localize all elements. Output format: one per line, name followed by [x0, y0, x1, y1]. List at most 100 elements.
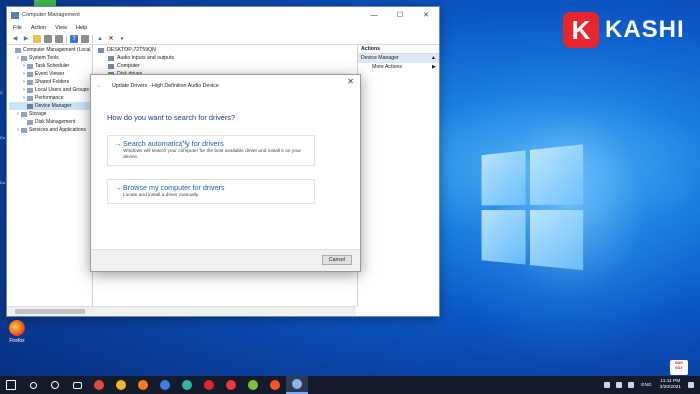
enable-device-icon[interactable]: ●: [118, 35, 126, 43]
network-icon[interactable]: [616, 382, 623, 388]
tree-node-icon: [21, 127, 27, 133]
tree-item[interactable]: > Event Viewer: [9, 70, 92, 78]
menu-action[interactable]: Action: [31, 25, 46, 31]
update-driver-icon[interactable]: ▲: [96, 35, 104, 43]
brand-text: KASHI: [605, 16, 685, 43]
search-automatically-option[interactable]: → Search automatically for drivers Windo…: [107, 135, 315, 166]
properties-icon[interactable]: [55, 34, 63, 43]
tree-item-label: Task Scheduler: [35, 63, 70, 69]
firefox-dev-icon: [160, 380, 170, 390]
window-titlebar[interactable]: Computer Management — ☐ ✕: [7, 7, 439, 23]
back-arrow-icon[interactable]: ◀: [11, 35, 19, 43]
help-icon[interactable]: ?: [70, 34, 78, 43]
taskbar-vivaldi-button[interactable]: [220, 376, 242, 394]
taskbar-edge-button[interactable]: [176, 376, 198, 394]
app-red-icon: [94, 380, 104, 390]
tree-item[interactable]: > Performance: [9, 94, 92, 102]
taskbar-opera-button[interactable]: [198, 376, 220, 394]
tree-item[interactable]: > Shared Folders: [9, 78, 92, 86]
tree-node-icon: [27, 103, 33, 109]
tree-item[interactable]: > Services and Applications: [9, 126, 92, 134]
desktop-firefox-shortcut[interactable]: Firefox: [6, 320, 28, 344]
menu-bar: File Action View Help: [7, 23, 439, 33]
tree-item-label: Device Manager: [35, 103, 72, 109]
taskbar-chrome-button[interactable]: [110, 376, 132, 394]
toolbar-separator: [66, 34, 67, 43]
tree-node-icon: [27, 63, 33, 69]
clock[interactable]: 11:11 PM 3/20/2021: [660, 379, 681, 391]
minimize-button[interactable]: —: [361, 12, 387, 19]
tree-node-icon: [27, 119, 33, 125]
task-view-icon: [51, 381, 59, 389]
notification-icon[interactable]: [688, 382, 694, 388]
taskbar-app-green-button[interactable]: [242, 376, 264, 394]
more-actions[interactable]: More Actions ▶: [358, 63, 439, 72]
taskbar-task-view-button[interactable]: [44, 376, 66, 394]
taskbar-brave-button[interactable]: [264, 376, 286, 394]
device-root-label: DESKTOP-72T59QN: [107, 47, 156, 53]
menu-file[interactable]: File: [13, 25, 22, 31]
taskbar-search-button[interactable]: [22, 376, 44, 394]
dialog-close-button[interactable]: ✕: [347, 77, 354, 86]
tree-item[interactable]: Computer Management (Local: [9, 46, 92, 54]
maximize-button[interactable]: ☐: [387, 11, 413, 19]
computer-icon: [108, 63, 114, 69]
device-category-label: Audio inputs and outputs: [117, 55, 175, 61]
back-arrow-icon[interactable]: ←: [96, 83, 106, 89]
window-title: Computer Management: [22, 12, 80, 18]
device-root[interactable]: DESKTOP-72T59QN: [98, 46, 356, 54]
cancel-button[interactable]: Cancel: [322, 255, 352, 265]
toolbar: ◀ ▶ ? ▲ ✕ ●: [7, 33, 439, 45]
scrollbar-thumb[interactable]: [15, 309, 85, 314]
dialog-question: How do you want to search for drivers?: [107, 113, 236, 122]
input-language[interactable]: ENG: [641, 383, 651, 388]
brave-icon: [270, 380, 280, 390]
device-category[interactable]: Audio inputs and outputs: [108, 54, 356, 62]
tree-node-icon: [21, 55, 27, 61]
tree-item[interactable]: v Storage: [9, 110, 92, 118]
firefox-icon: [138, 380, 148, 390]
speaker-icon: [108, 55, 114, 61]
tree-item[interactable]: Device Manager: [9, 102, 92, 110]
volume-icon[interactable]: [628, 382, 635, 388]
close-button[interactable]: ✕: [413, 11, 439, 19]
chevron-up-icon[interactable]: [604, 382, 611, 388]
search-icon: [29, 381, 37, 389]
browse-computer-option[interactable]: → Browse my computer for drivers Locate …: [107, 179, 315, 204]
tree-node-icon: [27, 87, 33, 93]
actions-section-device-manager[interactable]: Device Manager ▲: [358, 54, 439, 63]
uninstall-icon[interactable]: ✕: [107, 35, 115, 43]
taskbar-start-button[interactable]: [0, 376, 22, 394]
horizontal-scrollbar[interactable]: [7, 306, 356, 316]
tree-node-icon: [27, 79, 33, 85]
clock-date: 3/20/2021: [659, 385, 681, 390]
taskbar: ENG 11:11 PM 3/20/2021: [0, 376, 700, 394]
vivaldi-icon: [226, 380, 236, 390]
chrome-icon: [116, 380, 126, 390]
widgets-icon: [72, 381, 82, 389]
menu-help[interactable]: Help: [76, 25, 87, 31]
actions-header: Actions: [358, 45, 439, 54]
tree-item[interactable]: v System Tools: [9, 54, 92, 62]
taskbar-device-manager-button[interactable]: [286, 376, 308, 394]
tree-item[interactable]: > Local Users and Groups: [9, 86, 92, 94]
taskbar-app-red-button[interactable]: [88, 376, 110, 394]
taskbar-firefox-dev-button[interactable]: [154, 376, 176, 394]
tree-item[interactable]: Disk Management: [9, 118, 92, 126]
collapse-icon: ▲: [430, 55, 436, 61]
tree-item-label: Performance: [35, 95, 64, 101]
computer-icon: [98, 47, 104, 53]
tree-item[interactable]: > Task Scheduler: [9, 62, 92, 70]
forward-arrow-icon[interactable]: ▶: [22, 35, 30, 43]
taskbar-widgets-button[interactable]: [66, 376, 88, 394]
menu-view[interactable]: View: [55, 25, 67, 31]
scan-hardware-icon[interactable]: [81, 34, 89, 43]
option-description: Windows will search your computer for th…: [123, 149, 302, 160]
device-category-label: Computer: [117, 63, 140, 69]
folder-icon[interactable]: [33, 34, 41, 43]
show-hide-tree-icon[interactable]: [44, 34, 52, 43]
edge-icon: [182, 380, 192, 390]
device-category[interactable]: Computer: [108, 62, 356, 70]
taskbar-firefox-button[interactable]: [132, 376, 154, 394]
corner-badge: BÀN ĐẦY: [670, 360, 688, 375]
